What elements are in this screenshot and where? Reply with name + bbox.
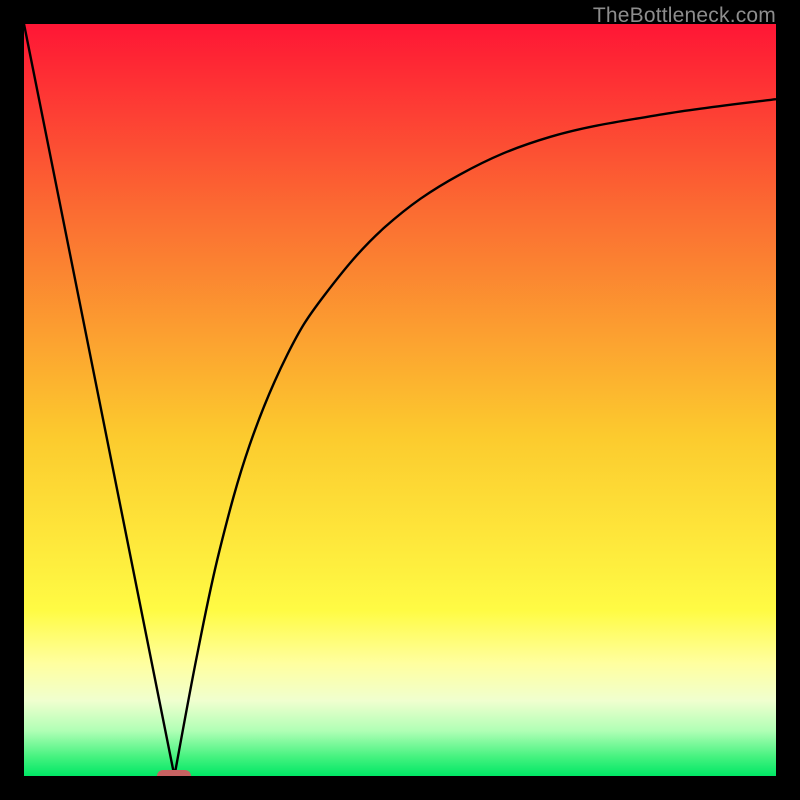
bottleneck-marker — [157, 770, 191, 776]
chart-frame — [24, 24, 776, 776]
curve-path — [24, 24, 776, 776]
chart-curve — [24, 24, 776, 776]
